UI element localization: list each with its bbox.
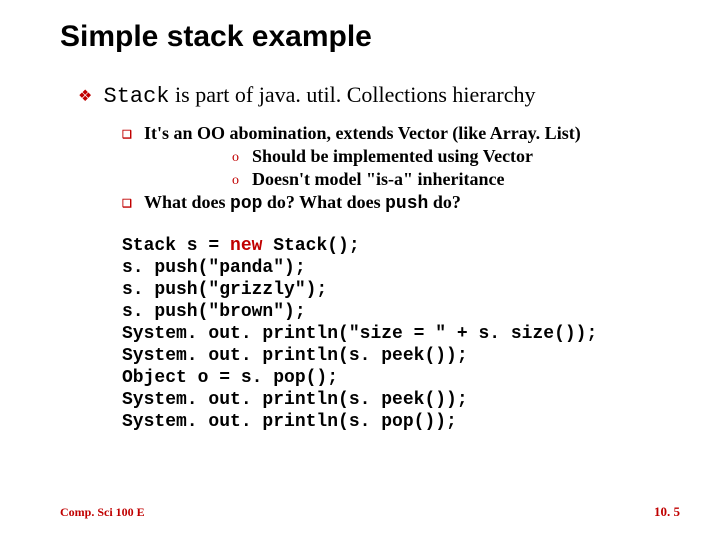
sub-sub-bullets: oShould be implemented using Vector oDoe… xyxy=(232,146,680,190)
circle-bullet-icon: o xyxy=(232,150,252,166)
code-line: System. out. println(s. peek()); xyxy=(122,346,468,366)
sub-bullet-mono: push xyxy=(385,194,428,214)
code-line: s. push("panda"); xyxy=(122,258,306,278)
footer-pagenum: 10. 5 xyxy=(654,504,680,520)
code-line: System. out. println(s. peek()); xyxy=(122,390,468,410)
code-line: System. out. println(s. pop()); xyxy=(122,412,457,432)
slide: Simple stack example ❖ Stack is part of … xyxy=(0,0,720,540)
code-line: System. out. println("size = " + s. size… xyxy=(122,324,597,344)
sub-bullet-mono: pop xyxy=(230,194,262,214)
sub-sub-bullet-text: Should be implemented using Vector xyxy=(252,146,533,166)
main-bullet-text: is part of java. util. Collections hiera… xyxy=(170,82,536,107)
sub-sub-bullet: oShould be implemented using Vector xyxy=(232,146,680,167)
code-line: Object o = s. pop(); xyxy=(122,368,338,388)
sub-bullet-text: It's an OO abomination, extends Vector (… xyxy=(144,123,581,143)
sub-bullet-text-post: do? xyxy=(428,192,461,212)
sub-bullet-text-pre: What does xyxy=(144,192,230,212)
main-bullet-code: Stack xyxy=(104,84,170,109)
sub-bullet: ❏It's an OO abomination, extends Vector … xyxy=(122,123,680,144)
code-line: Stack s = xyxy=(122,236,230,256)
square-bullet-icon: ❏ xyxy=(122,197,144,210)
code-block: Stack s = new Stack(); s. push("panda");… xyxy=(122,236,680,434)
sub-sub-bullet-text: Doesn't model "is-a" inheritance xyxy=(252,169,504,189)
sub-sub-bullet: oDoesn't model "is-a" inheritance xyxy=(232,169,680,190)
sub-bullets: ❏It's an OO abomination, extends Vector … xyxy=(122,123,680,214)
code-line: s. push("brown"); xyxy=(122,302,306,322)
code-line: Stack(); xyxy=(262,236,359,256)
diamond-bullet-icon: ❖ xyxy=(78,86,98,106)
footer-course: Comp. Sci 100 E xyxy=(60,505,145,520)
circle-bullet-icon: o xyxy=(232,173,252,189)
main-bullet: ❖ Stack is part of java. util. Collectio… xyxy=(78,82,680,109)
sub-bullet-text-mid: do? What does xyxy=(262,192,385,212)
slide-title: Simple stack example xyxy=(60,20,680,54)
code-keyword: new xyxy=(230,236,262,256)
code-line: s. push("grizzly"); xyxy=(122,280,327,300)
sub-bullet: ❏What does pop do? What does push do? xyxy=(122,192,680,214)
square-bullet-icon: ❏ xyxy=(122,128,144,141)
